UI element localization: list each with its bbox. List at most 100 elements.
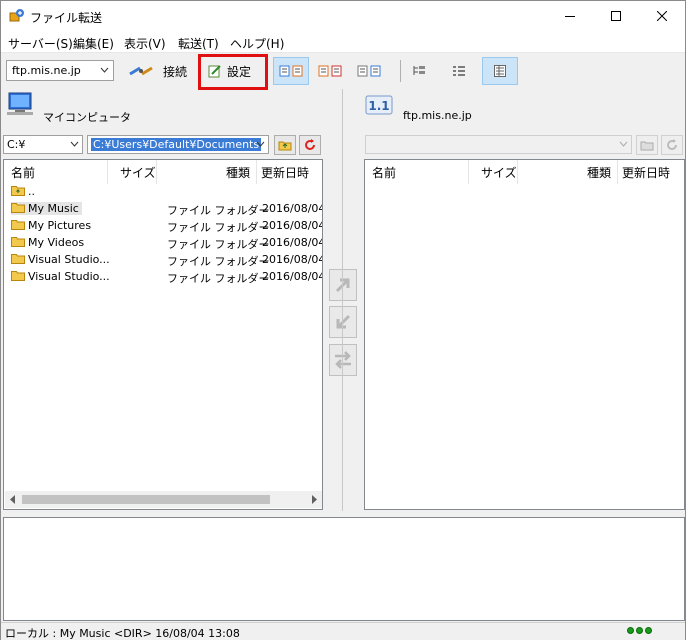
drive-select-value: C:¥ <box>7 138 26 151</box>
name-cell: My Videos <box>11 236 84 249</box>
folder-icon <box>11 271 25 281</box>
local-row[interactable]: My Pictures ファイル フォルダー 2016/08/04 <box>4 218 322 235</box>
local-row[interactable]: Visual Studio... ファイル フォルダー 2016/08/04 <box>4 269 322 286</box>
col-divider <box>156 160 157 184</box>
local-row[interactable]: My Music ファイル フォルダー 2016/08/04 <box>4 201 322 218</box>
menu-view[interactable]: 表示(V) <box>124 35 166 52</box>
file-name: .. <box>28 185 35 198</box>
local-col-size[interactable]: サイズ <box>120 160 156 184</box>
status-dot <box>636 627 643 634</box>
remote-col-type[interactable]: 種類 <box>587 160 611 184</box>
scrollbar-thumb[interactable] <box>22 495 270 504</box>
folder-icon <box>11 203 25 213</box>
local-row[interactable]: My Videos ファイル フォルダー 2016/08/04 <box>4 235 322 252</box>
local-pane-title: マイコンピュータ <box>43 111 131 124</box>
local-path-value: C:¥Users¥Default¥Documents <box>91 138 262 151</box>
chevron-down-icon <box>100 67 109 73</box>
server-select-value: ftp.mis.ne.jp <box>12 64 81 77</box>
tree-view-button[interactable] <box>401 57 437 85</box>
title-bar: ファイル転送 <box>1 1 685 31</box>
name-cell: Visual Studio... <box>11 253 110 266</box>
folder-icon <box>11 237 25 247</box>
close-button[interactable] <box>639 1 685 31</box>
local-col-date[interactable]: 更新日時 <box>261 160 309 184</box>
minimize-button[interactable] <box>547 1 593 31</box>
col-divider <box>517 160 518 184</box>
file-name: Visual Studio... <box>28 253 110 266</box>
remote-server-icon: 1.1 <box>365 95 393 115</box>
app-icon <box>9 9 24 22</box>
download-button[interactable] <box>329 306 357 338</box>
name-cell: Visual Studio... <box>11 270 110 283</box>
up-folder-icon <box>640 141 654 151</box>
drive-select[interactable]: C:¥ <box>3 135 83 154</box>
local-file-list[interactable]: 名前 サイズ 種類 更新日時 .. My Music ファイル フォルダー 20… <box>3 159 323 510</box>
file-date: 2016/08/04 <box>262 219 323 232</box>
local-row-parent[interactable]: .. <box>4 184 322 201</box>
upload-button[interactable] <box>329 269 357 301</box>
pane-splitter[interactable] <box>342 89 343 511</box>
scroll-left-icon[interactable] <box>9 495 17 504</box>
chevron-down-icon <box>70 141 79 147</box>
remote-col-date[interactable]: 更新日時 <box>622 160 670 184</box>
remote-path-select[interactable] <box>365 135 632 154</box>
sync-button[interactable] <box>329 344 357 376</box>
remote-file-list[interactable]: 名前 サイズ 種類 更新日時 <box>364 159 685 510</box>
folder-icon <box>11 254 25 264</box>
maximize-button[interactable] <box>593 1 639 31</box>
folder-icon <box>11 220 25 230</box>
refresh-icon <box>667 139 677 150</box>
scroll-right-icon[interactable] <box>310 495 318 504</box>
view-mode-2-button[interactable] <box>312 57 348 85</box>
local-col-name[interactable]: 名前 <box>11 160 35 184</box>
refresh-icon <box>305 139 315 150</box>
svg-text:1.1: 1.1 <box>368 99 389 113</box>
details-view-icon <box>494 65 506 77</box>
connect-button[interactable]: 接続 <box>128 59 187 83</box>
menu-server[interactable]: サーバー(S) <box>8 35 73 52</box>
file-date: 2016/08/04 <box>262 253 323 266</box>
window-title: ファイル転送 <box>30 11 103 25</box>
maximize-icon <box>611 11 621 21</box>
remote-pane-title: ftp.mis.ne.jp <box>403 109 472 122</box>
file-type: ファイル フォルダー <box>167 238 270 251</box>
remote-col-name[interactable]: 名前 <box>372 160 396 184</box>
log-area[interactable] <box>3 517 685 621</box>
local-row[interactable]: Visual Studio... ファイル フォルダー 2016/08/04 <box>4 252 322 269</box>
file-date: 2016/08/04 <box>262 202 323 215</box>
local-refresh-button[interactable] <box>299 135 321 155</box>
local-up-folder-button[interactable] <box>274 135 296 155</box>
sync-pane-icon <box>357 65 381 77</box>
file-type: ファイル フォルダー <box>167 204 270 217</box>
download-arrow-icon <box>336 314 351 329</box>
connection-status-indicator <box>627 627 652 634</box>
local-horizontal-scrollbar[interactable] <box>5 491 322 508</box>
my-computer-icon <box>7 92 33 115</box>
remote-refresh-button[interactable] <box>661 135 683 155</box>
close-icon <box>657 11 667 21</box>
menu-help[interactable]: ヘルプ(H) <box>230 35 284 52</box>
details-view-button[interactable] <box>482 57 518 85</box>
local-path-select[interactable]: C:¥Users¥Default¥Documents <box>87 135 269 154</box>
file-name: My Videos <box>28 236 85 249</box>
file-type: ファイル フォルダー <box>167 272 270 285</box>
menu-edit[interactable]: 編集(E) <box>73 35 114 52</box>
menu-transfer[interactable]: 転送(T) <box>178 35 219 52</box>
dual-pane-alt-icon <box>318 65 342 77</box>
name-cell: .. <box>11 185 35 198</box>
col-divider <box>468 160 469 184</box>
file-name: My Pictures <box>28 219 92 232</box>
local-col-type[interactable]: 種類 <box>226 160 250 184</box>
status-text: ローカル : My Music <DIR> 16/08/04 13:08 <box>5 627 240 640</box>
remote-up-folder-button[interactable] <box>636 135 658 155</box>
view-mode-1-button[interactable] <box>273 57 309 85</box>
upload-arrow-icon <box>335 278 350 293</box>
file-date: 2016/08/04 <box>262 236 323 249</box>
list-view-button[interactable] <box>441 57 477 85</box>
col-divider <box>256 160 257 184</box>
list-view-icon <box>453 66 465 76</box>
remote-col-size[interactable]: サイズ <box>481 160 517 184</box>
server-select[interactable]: ftp.mis.ne.jp <box>6 60 114 81</box>
file-type: ファイル フォルダー <box>167 221 270 234</box>
view-mode-3-button[interactable] <box>351 57 387 85</box>
